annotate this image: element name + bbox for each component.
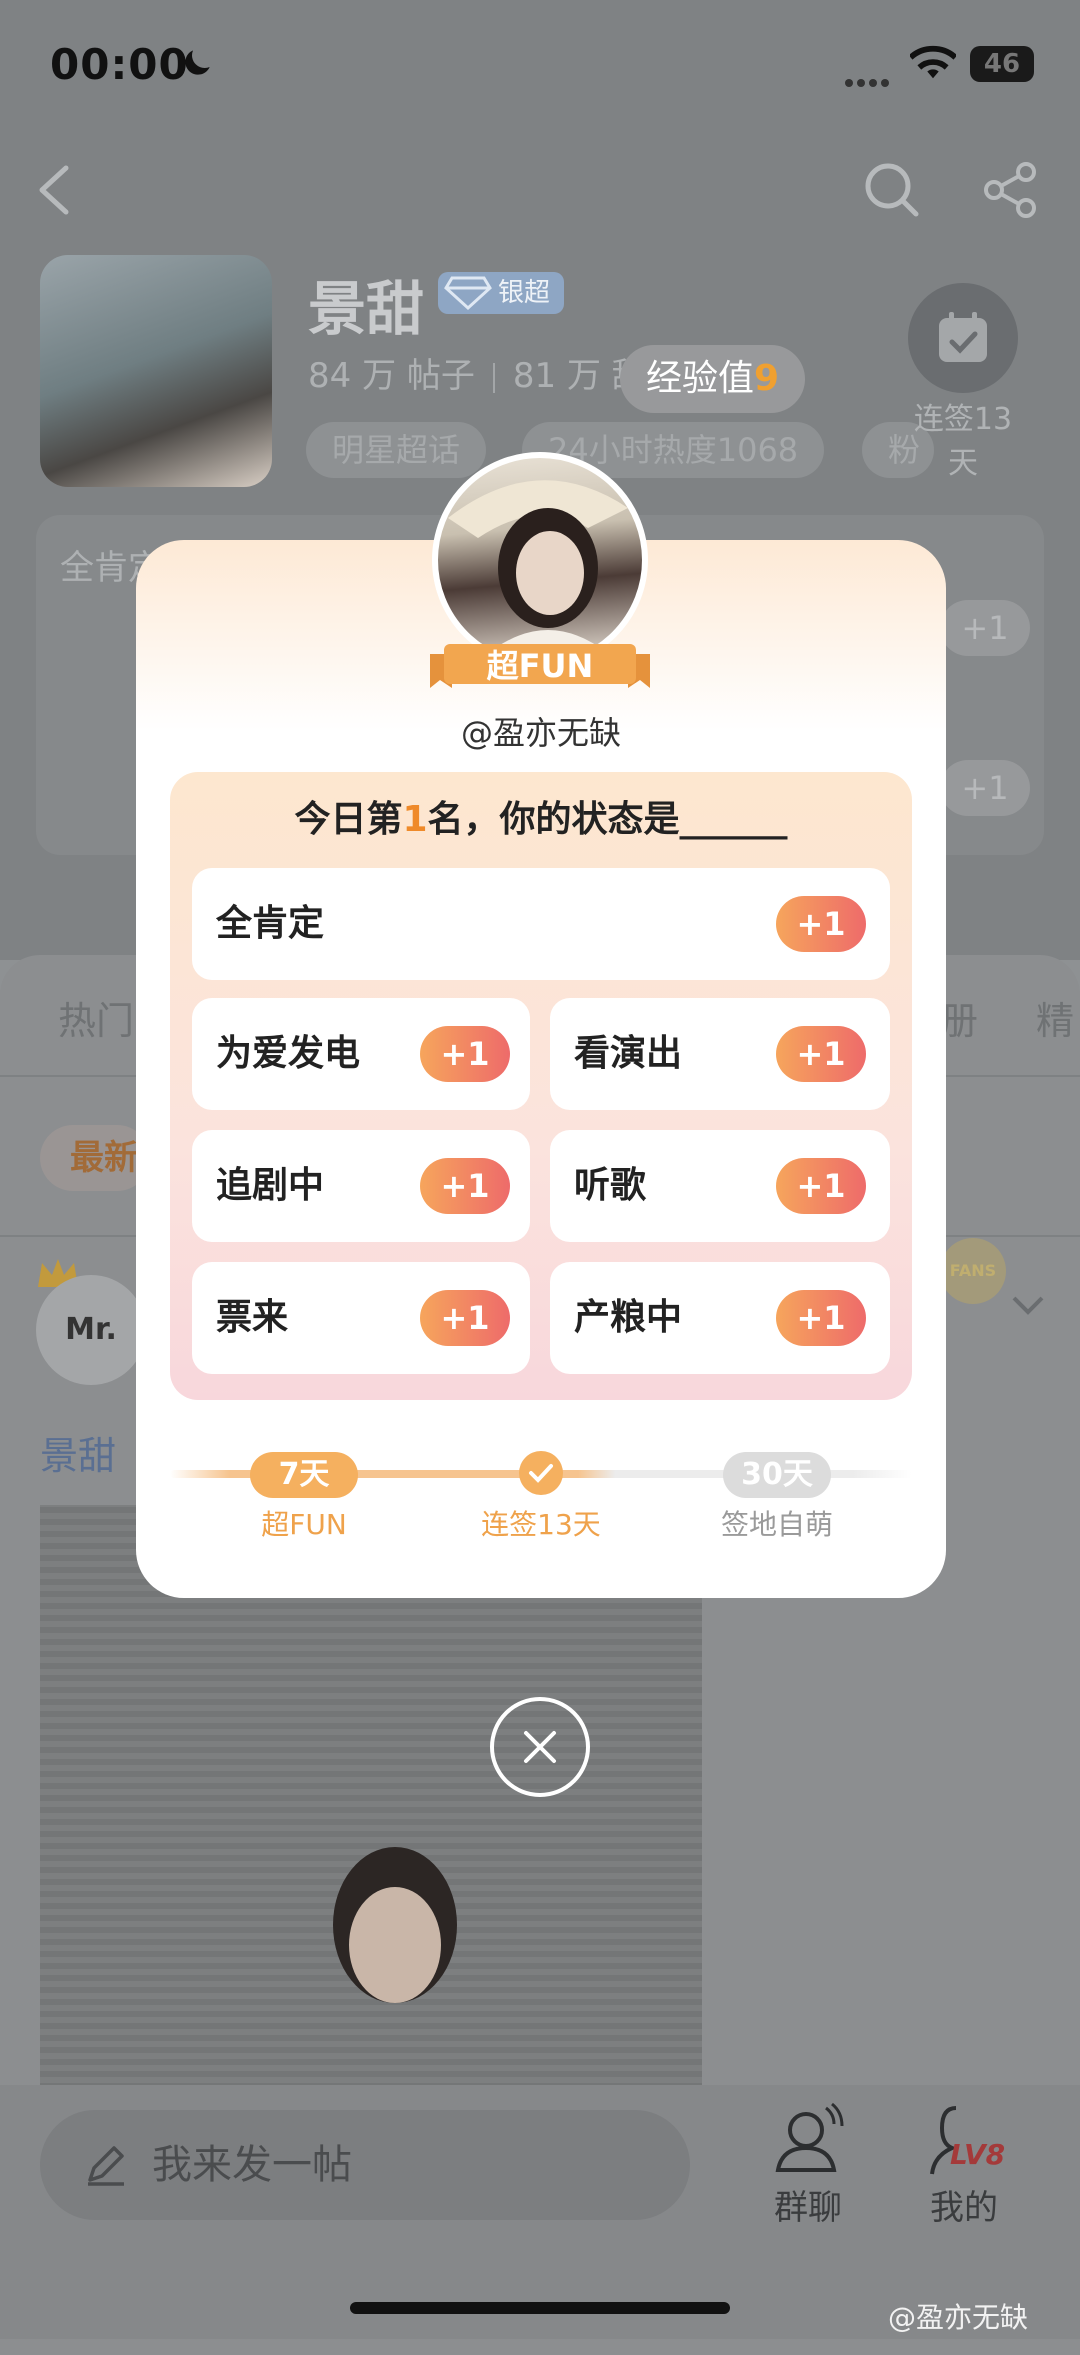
level-badge-text: 银超 — [498, 278, 551, 308]
plus-one-button[interactable]: +1 — [776, 1026, 866, 1082]
option-label: 全肯定 — [216, 903, 325, 944]
close-modal-button[interactable] — [490, 1697, 590, 1797]
user-profile-avatar — [432, 452, 648, 668]
plus-one-button[interactable]: +1 — [776, 896, 866, 952]
fans-badge: FANS — [940, 1238, 1006, 1304]
plus-one-button[interactable]: +1 — [420, 1290, 510, 1346]
signal-icon — [845, 72, 893, 91]
status-option-love-power[interactable]: 为爱发电 +1 — [192, 998, 530, 1110]
plus-one-bg-2: +1 — [940, 760, 1030, 816]
plus-one-button[interactable]: +1 — [420, 1026, 510, 1082]
topic-avatar[interactable] — [40, 255, 272, 487]
progress-label-goal: 签地自萌 — [720, 1508, 833, 1541]
tab-featured[interactable]: 精 — [1036, 990, 1074, 1045]
progress-step-7-days: 7天 — [250, 1452, 358, 1498]
plus-one-button[interactable]: +1 — [776, 1158, 866, 1214]
option-label: 产粮中 — [574, 1297, 683, 1338]
plus-one-button[interactable]: +1 — [776, 1290, 866, 1346]
chevron-down-icon[interactable] — [1008, 1290, 1048, 1320]
topic-name: 景甜 — [308, 275, 425, 343]
avatar-portrait — [448, 480, 628, 662]
tab-hot[interactable]: 热门 — [58, 990, 134, 1045]
rank-number: 1 — [402, 799, 428, 840]
share-icon[interactable] — [980, 160, 1040, 220]
user-handle: @盈亦无缺 — [460, 714, 621, 752]
watermark: @盈亦无缺 — [888, 2301, 1029, 2334]
progress-label-current: 连签13天 — [481, 1508, 601, 1541]
mine-label[interactable]: 我的 — [904, 2180, 1024, 2229]
group-chat-label[interactable]: 群聊 — [748, 2180, 868, 2229]
status-option-music[interactable]: 听歌 +1 — [550, 1130, 890, 1242]
chip-star-topic[interactable]: 明星超话 — [306, 422, 487, 478]
progress-current-check — [519, 1451, 563, 1495]
status-bar: 00:00 46 — [0, 0, 1080, 130]
progress-step-30-days: 30天 — [723, 1452, 831, 1498]
plus-one-bg-1: +1 — [940, 600, 1030, 656]
status-option-show[interactable]: 看演出 +1 — [550, 998, 890, 1110]
back-arrow-icon[interactable] — [30, 160, 80, 220]
option-label: 追剧中 — [216, 1165, 325, 1206]
option-label: 听歌 — [574, 1165, 647, 1206]
battery-indicator: 46 — [970, 46, 1034, 82]
wifi-icon — [910, 45, 956, 79]
experience-label: 经验值 — [646, 358, 755, 399]
ribbon-text: 超FUN — [486, 647, 594, 685]
check-icon — [529, 1464, 553, 1483]
group-chat-icon[interactable] — [768, 2100, 848, 2180]
close-icon — [524, 1731, 556, 1763]
option-label: 看演出 — [574, 1033, 683, 1074]
status-question: 今日第1名，你的状态是______ — [170, 790, 912, 842]
checkin-button[interactable] — [908, 283, 1018, 393]
plus-one-button[interactable]: +1 — [420, 1158, 510, 1214]
status-time: 00:00 — [50, 40, 189, 89]
moon-icon — [185, 50, 210, 75]
question-suffix: 名，你的状态是______ — [427, 799, 788, 840]
filter-latest[interactable]: 最新 — [40, 1125, 150, 1191]
option-label: 票来 — [216, 1297, 289, 1338]
user-avatar[interactable]: Mr. — [36, 1275, 146, 1385]
status-option-tickets[interactable]: 票来 +1 — [192, 1262, 530, 1374]
status-option-fan-content[interactable]: 产粮中 +1 — [550, 1262, 890, 1374]
question-prefix: 今日第 — [294, 799, 403, 840]
experience-tooltip: 经验值9 — [620, 345, 806, 413]
checkin-streak-label: 连签13天 — [913, 402, 1013, 481]
diamond-icon — [444, 276, 492, 311]
level-badge[interactable]: 银超 — [438, 272, 565, 314]
status-option-drama[interactable]: 追剧中 +1 — [192, 1130, 530, 1242]
option-label: 为爱发电 — [216, 1033, 361, 1074]
post-topic-tag[interactable]: 景甜 — [40, 1425, 116, 1480]
calendar-check-icon — [939, 312, 987, 362]
pen-icon — [88, 2146, 124, 2186]
status-option-full-affirm[interactable]: 全肯定 +1 — [192, 868, 890, 980]
post-count: 84 万 帖子 — [308, 356, 475, 396]
experience-value: 9 — [754, 358, 780, 399]
compose-post-button[interactable]: 我来发一帖 — [40, 2110, 690, 2220]
home-indicator — [350, 2302, 730, 2314]
compose-post-label: 我来发一帖 — [152, 2142, 352, 2188]
level-label: LV8 — [950, 2138, 1006, 2171]
search-icon[interactable] — [862, 160, 922, 220]
progress-label-superfun: 超FUN — [261, 1508, 347, 1541]
